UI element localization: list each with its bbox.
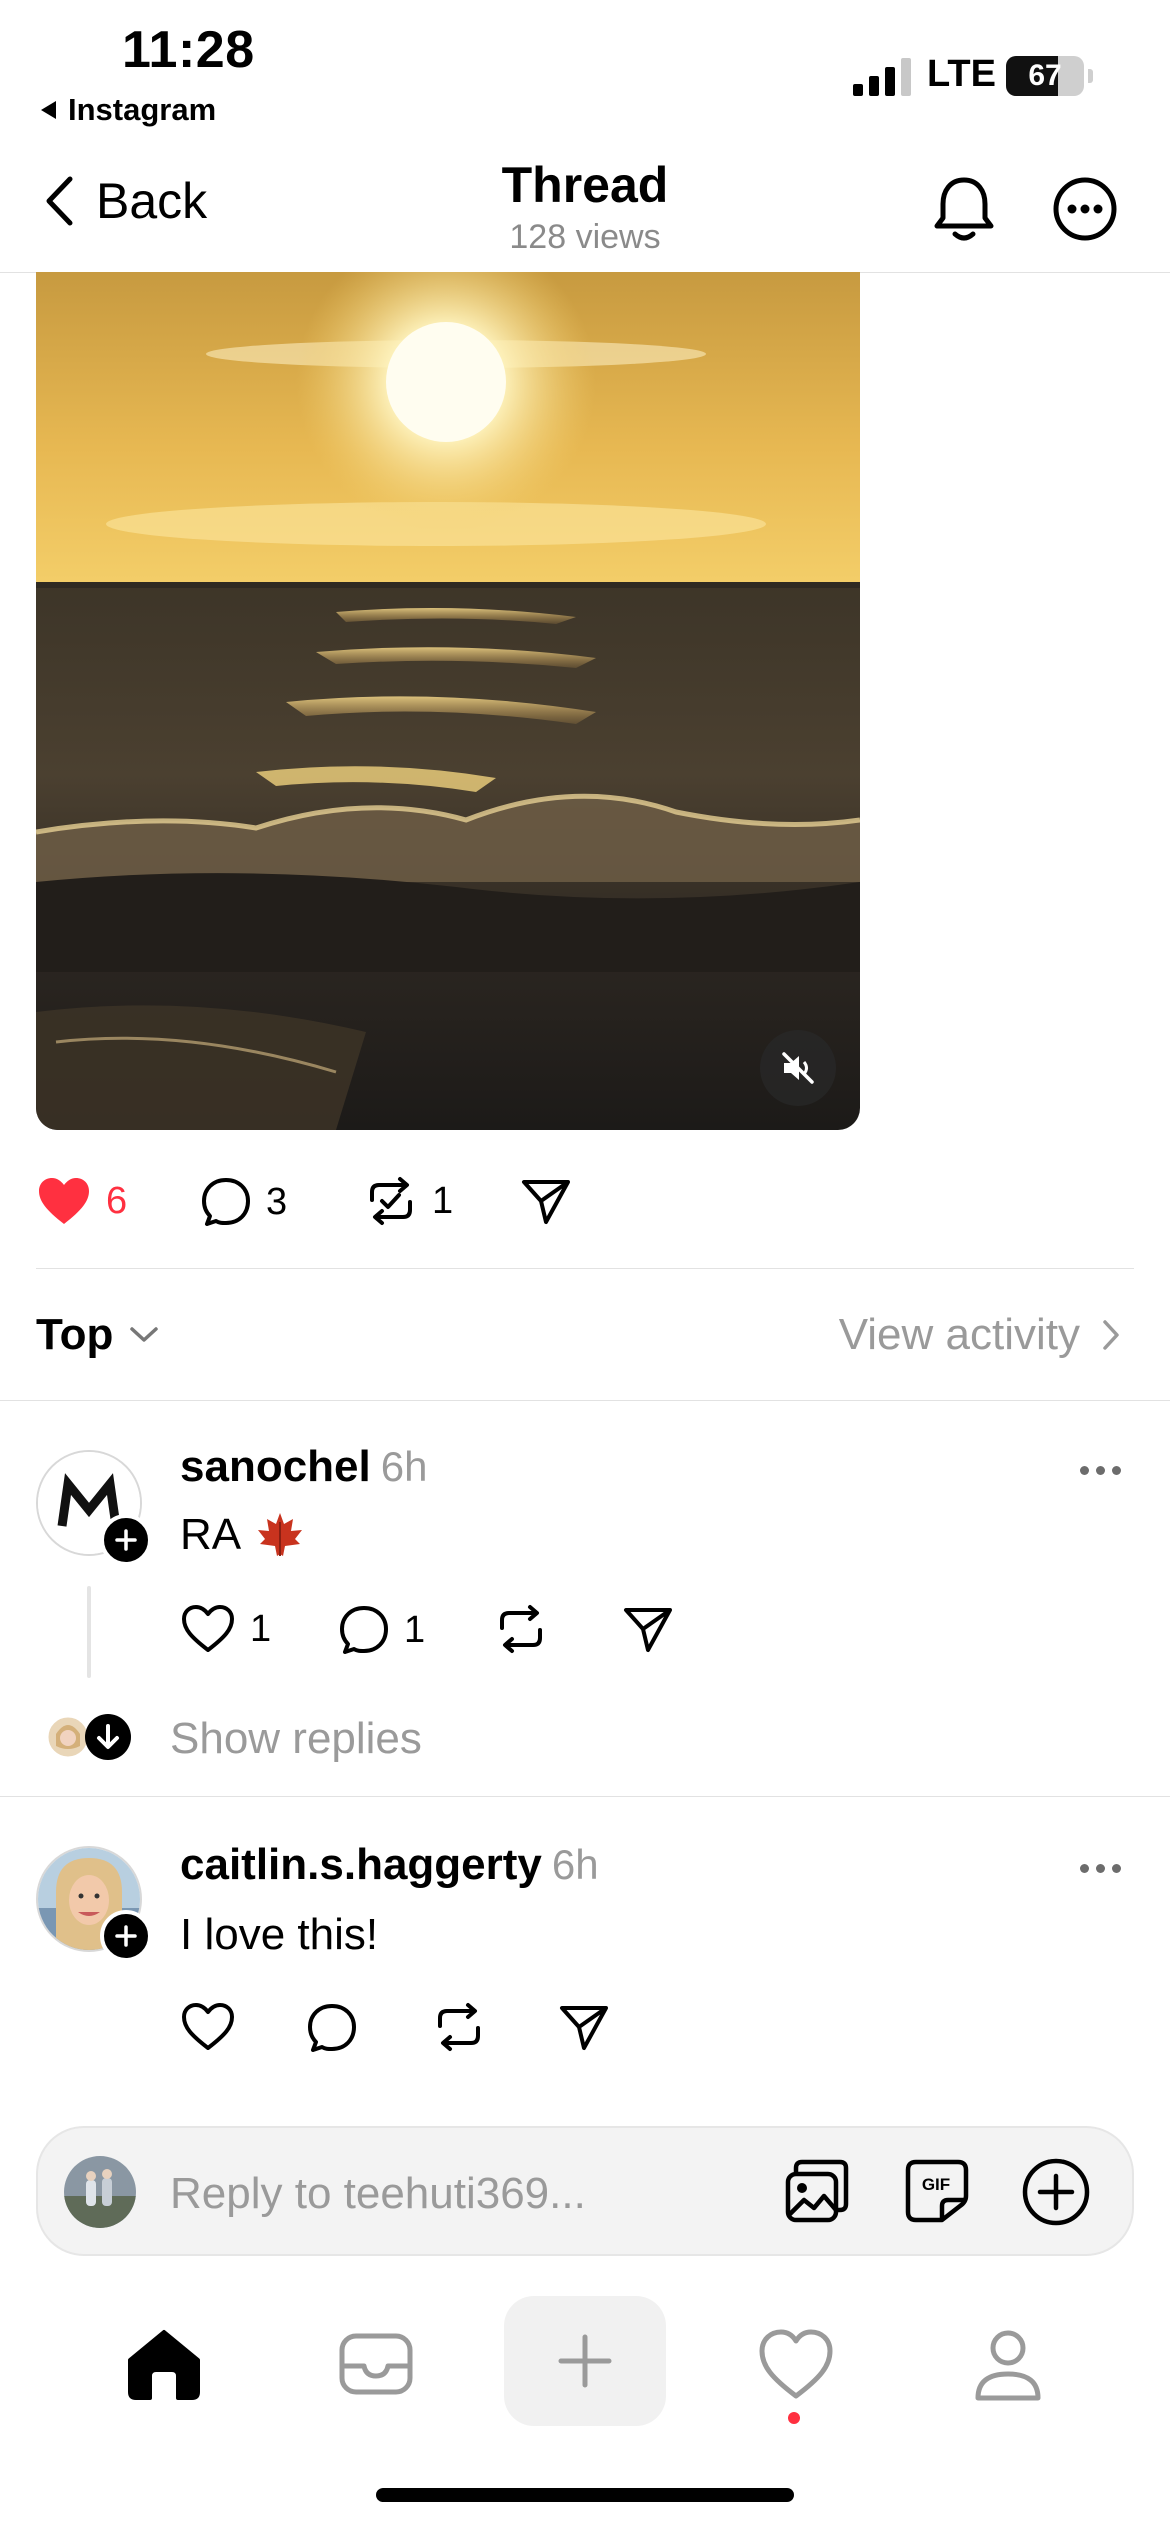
timestamp: 6h	[380, 1443, 428, 1490]
view-activity-label: View activity	[838, 1310, 1080, 1359]
battery-cap	[1088, 69, 1093, 83]
plus-icon	[115, 1529, 137, 1551]
reply-text: RA	[180, 1510, 242, 1559]
image-icon[interactable]	[782, 2156, 852, 2226]
reply-like-button[interactable]	[180, 2002, 236, 2052]
share-icon	[522, 1180, 570, 1224]
back-triangle-icon	[41, 101, 56, 119]
mute-button[interactable]	[760, 1030, 836, 1106]
activity-notification-dot	[788, 2412, 800, 2424]
home-indicator	[376, 2488, 794, 2502]
like-count: 6	[106, 1179, 128, 1222]
reply-comment-button[interactable]: 1	[338, 1604, 425, 1656]
comment-icon	[202, 1178, 250, 1226]
reply-repost-button[interactable]	[432, 2002, 486, 2052]
maple-leaf-emoji-icon	[258, 1513, 303, 1556]
like-button[interactable]: 6	[36, 1176, 127, 1226]
reply-like-button[interactable]: 1	[180, 1604, 271, 1654]
reply-share-button[interactable]	[622, 1604, 674, 1654]
view-activity-link[interactable]: View activity	[839, 1310, 1120, 1360]
reply-input[interactable]	[170, 2164, 730, 2224]
chevron-right-icon	[1103, 1320, 1119, 1350]
comment-count: 3	[266, 1180, 288, 1223]
bell-icon[interactable]	[930, 174, 998, 244]
heart-icon[interactable]	[756, 2326, 836, 2402]
thread-line	[87, 1586, 91, 1678]
heart-filled-icon	[39, 1178, 89, 1224]
cellular-signal-icon	[853, 58, 911, 96]
plus-icon	[558, 2334, 612, 2388]
network-type: LTE	[927, 53, 996, 95]
repost-icon	[370, 1177, 412, 1225]
svg-text:GIF: GIF	[922, 2175, 950, 2194]
show-replies-avatars	[46, 1714, 131, 1760]
reply-text: I love this!	[180, 1910, 379, 1959]
comment-button[interactable]: 3	[200, 1176, 287, 1228]
reply-repost-button[interactable]	[494, 1604, 548, 1654]
heart-icon	[182, 1605, 234, 1652]
gif-icon[interactable]: GIF	[902, 2156, 972, 2226]
post-video[interactable]	[36, 272, 860, 1130]
back-to-app-link[interactable]: Instagram	[38, 92, 216, 128]
repost-icon	[500, 1605, 542, 1653]
share-icon	[560, 2006, 608, 2050]
reply-comment-count: 1	[404, 1608, 426, 1651]
sort-label: Top	[36, 1310, 114, 1359]
share-button[interactable]	[520, 1176, 572, 1226]
back-to-app-label: Instagram	[68, 92, 217, 127]
inbox-icon[interactable]	[336, 2326, 416, 2402]
share-icon	[624, 1608, 672, 1652]
repost-icon	[438, 2003, 480, 2051]
my-avatar	[64, 2156, 136, 2228]
add-attachment-icon[interactable]	[1020, 2156, 1092, 2228]
battery-body: 67	[1006, 56, 1084, 96]
battery-indicator: 67	[1006, 56, 1093, 96]
replies-divider	[0, 1796, 1170, 1797]
show-replies-button[interactable]: Show replies	[170, 1714, 422, 1764]
status-time: 11:28	[122, 21, 255, 79]
person-icon[interactable]	[968, 2326, 1048, 2402]
plus-icon	[115, 1925, 137, 1947]
sort-divider	[0, 1400, 1170, 1401]
follow-button[interactable]	[100, 1514, 152, 1566]
mute-icon	[782, 1052, 814, 1084]
chevron-down-icon	[130, 1327, 159, 1342]
heart-icon	[182, 2003, 234, 2050]
sort-dropdown[interactable]: Top	[36, 1310, 159, 1360]
username[interactable]: sanochel	[180, 1442, 371, 1492]
more-circle-icon[interactable]	[1052, 176, 1118, 242]
comment-icon	[340, 1606, 388, 1654]
follow-button[interactable]	[100, 1910, 152, 1962]
sunset-ocean-video-frame	[36, 272, 860, 1130]
repost-count: 1	[432, 1179, 454, 1222]
battery-level: 67	[1028, 59, 1062, 92]
new-thread-button[interactable]	[504, 2296, 666, 2426]
comment-icon	[308, 2004, 356, 2052]
reply-header: sanochel 6h	[180, 1442, 427, 1492]
reply-options-button[interactable]	[1080, 1466, 1121, 1475]
reply-comment-button[interactable]	[306, 2002, 358, 2054]
reply-body: RA	[180, 1510, 305, 1560]
my-avatar-image	[64, 2156, 136, 2228]
reply-like-count: 1	[250, 1607, 272, 1650]
repost-button[interactable]: 1	[364, 1176, 453, 1226]
username[interactable]: caitlin.s.haggerty	[180, 1840, 542, 1890]
timestamp: 6h	[551, 1841, 599, 1888]
actions-divider	[36, 1268, 1134, 1269]
reply-share-button[interactable]	[558, 2002, 610, 2052]
reply-options-button[interactable]	[1080, 1864, 1121, 1873]
reply-header: caitlin.s.haggerty 6h	[180, 1840, 599, 1890]
home-icon[interactable]	[124, 2326, 204, 2402]
